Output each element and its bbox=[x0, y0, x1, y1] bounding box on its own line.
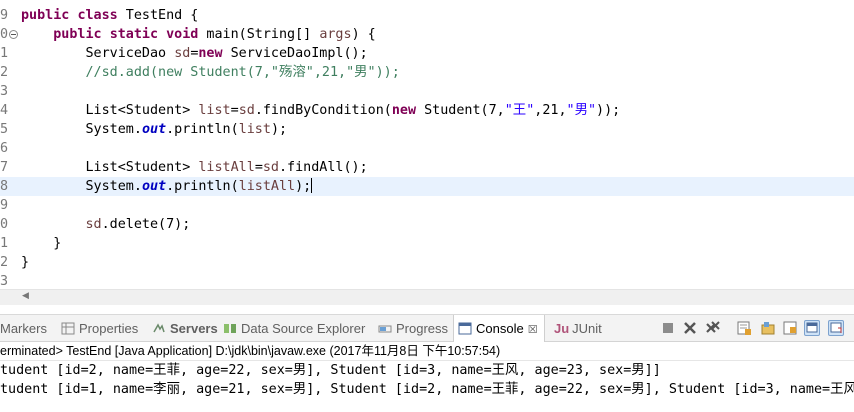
line-number: 7 bbox=[0, 160, 9, 175]
code-line[interactable]: 6 bbox=[0, 139, 854, 158]
text-caret bbox=[311, 178, 313, 193]
code-text: List<Student> listAll=sd.findAll(); bbox=[21, 160, 368, 175]
close-icon[interactable]: ☒ bbox=[528, 324, 538, 336]
remove-launch-icon[interactable] bbox=[682, 320, 698, 336]
code-line[interactable]: 3 bbox=[0, 82, 854, 101]
code-line[interactable]: 2 //sd.add(new Student(7,"殇溶",21,"男")); bbox=[0, 63, 854, 82]
console-panel[interactable]: erminated> TestEnd [Java Application] D:… bbox=[0, 342, 854, 412]
code-text: List<Student> list=sd.findByCondition(ne… bbox=[21, 103, 621, 118]
line-number: 0 bbox=[0, 217, 9, 232]
line-number: 9 bbox=[0, 8, 9, 23]
line-number: 1 bbox=[0, 236, 9, 251]
code-line[interactable]: 9 bbox=[0, 196, 854, 215]
scroll-lock-icon[interactable] bbox=[736, 320, 752, 336]
pin-console-icon[interactable] bbox=[760, 320, 776, 336]
code-line[interactable]: 7 List<Student> listAll=sd.findAll(); bbox=[0, 158, 854, 177]
code-text: } bbox=[21, 255, 30, 270]
tab-junit[interactable]: Ju JUnit bbox=[554, 315, 602, 342]
console-output-line: tudent [id=2, name=王菲, age=22, sex=男], S… bbox=[0, 363, 661, 378]
tab-properties-label: Properties bbox=[79, 321, 139, 336]
junit-icon: Ju bbox=[554, 321, 570, 336]
word-wrap-icon[interactable] bbox=[782, 320, 798, 336]
line-number: 1 bbox=[0, 46, 9, 61]
code-line[interactable]: 5 System.out.println(list); bbox=[0, 120, 854, 139]
line-number: 2 bbox=[0, 255, 9, 270]
console-status-line: erminated> TestEnd [Java Application] D:… bbox=[0, 342, 854, 361]
tab-markers-label: Markers bbox=[0, 321, 47, 336]
tab-progress[interactable]: Progress bbox=[378, 315, 448, 342]
line-number: 5 bbox=[0, 122, 9, 137]
tab-properties[interactable]: Properties bbox=[61, 315, 138, 342]
fold-collapse-icon[interactable] bbox=[9, 30, 18, 39]
code-text: public static void main(String[] args) { bbox=[53, 27, 376, 42]
tab-servers[interactable]: Servers bbox=[152, 315, 218, 342]
properties-icon bbox=[61, 317, 75, 335]
code-text: ServiceDao sd=new ServiceDaoImpl(); bbox=[21, 46, 368, 61]
code-text: sd.delete(7); bbox=[85, 217, 191, 232]
code-line[interactable]: 8 System.out.println(listAll); bbox=[0, 177, 854, 196]
code-text: //sd.add(new Student(7,"殇溶",21,"男")); bbox=[21, 65, 400, 80]
tab-junit-label: JUnit bbox=[572, 321, 602, 336]
tab-servers-label: Servers bbox=[170, 321, 218, 336]
line-number: 9 bbox=[0, 198, 9, 213]
code-line[interactable]: 9 public class TestEnd { bbox=[0, 6, 854, 25]
code-text: System.out.println(listAll); bbox=[21, 178, 313, 194]
code-text: System.out.println(list); bbox=[21, 122, 288, 137]
scroll-left-icon[interactable]: ◀ bbox=[22, 291, 29, 301]
line-number: 4 bbox=[0, 103, 9, 118]
code-line[interactable]: 0 sd.delete(7); bbox=[0, 215, 854, 234]
remove-all-icon[interactable] bbox=[705, 320, 721, 336]
open-console-icon[interactable] bbox=[828, 320, 844, 336]
code-line[interactable]: 4 List<Student> list=sd.findByCondition(… bbox=[0, 101, 854, 120]
servers-icon bbox=[152, 317, 166, 333]
line-number: 6 bbox=[0, 141, 9, 156]
line-number: 2 bbox=[0, 65, 9, 80]
code-line[interactable]: 1 ServiceDao sd=new ServiceDaoImpl(); bbox=[0, 44, 854, 63]
line-number: 8 bbox=[0, 179, 9, 194]
line-number: 3 bbox=[0, 274, 9, 289]
code-line[interactable]: 0 public static void main(String[] args)… bbox=[0, 25, 854, 44]
code-text: public class TestEnd { bbox=[21, 8, 199, 23]
terminate-icon[interactable] bbox=[660, 320, 676, 336]
tab-console-label: Console bbox=[476, 321, 524, 336]
tab-progress-label: Progress bbox=[396, 321, 449, 336]
code-line[interactable]: 2} bbox=[0, 253, 854, 272]
progress-icon bbox=[378, 317, 392, 333]
code-text: } bbox=[21, 236, 62, 251]
tab-console[interactable]: Console ☒ bbox=[453, 315, 545, 342]
tab-markers[interactable]: Markers bbox=[0, 315, 47, 342]
display-console-icon[interactable] bbox=[804, 320, 820, 336]
console-output-line: tudent [id=1, name=李丽, age=21, sex=男], S… bbox=[0, 382, 854, 397]
tab-data-source-explorer-label: Data Source Explorer bbox=[241, 321, 366, 336]
view-tab-bar: Markers Properties Servers Data Source E… bbox=[0, 314, 854, 342]
code-editor[interactable]: 9 public class TestEnd { 0 public static v… bbox=[0, 0, 854, 290]
editor-horizontal-scrollbar[interactable]: ◀ bbox=[0, 289, 854, 305]
console-icon bbox=[458, 317, 472, 335]
tab-data-source-explorer[interactable]: Data Source Explorer bbox=[223, 315, 365, 342]
code-line[interactable]: 1 } bbox=[0, 234, 854, 253]
code-line[interactable]: 3 bbox=[0, 272, 854, 290]
data-source-icon bbox=[223, 317, 237, 333]
line-number: 3 bbox=[0, 84, 9, 99]
